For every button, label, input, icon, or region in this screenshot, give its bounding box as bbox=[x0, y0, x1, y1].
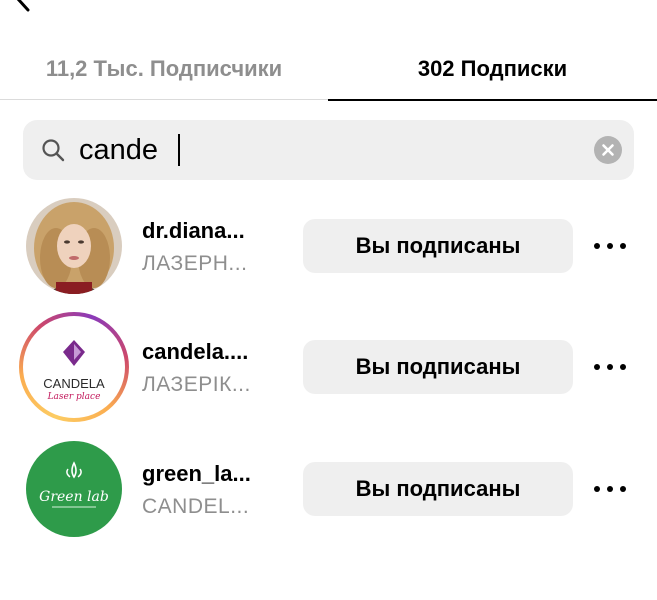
follow-tabs: 11,2 Тыс. Подписчики 302 Подписки bbox=[0, 38, 657, 101]
green-lab-logo-icon: Green lab bbox=[26, 441, 122, 537]
search-icon bbox=[42, 139, 65, 162]
tab-following[interactable]: 302 Подписки bbox=[328, 38, 657, 100]
active-tab-indicator bbox=[328, 99, 657, 101]
list-item[interactable]: dr.diana... ЛАЗЕРН... Вы подписаны bbox=[0, 186, 657, 306]
list-item[interactable]: Green lab green_la... CANDEL... Вы подпи… bbox=[0, 429, 657, 549]
dot-icon bbox=[594, 486, 600, 492]
header-title-remnant bbox=[215, 0, 445, 8]
back-chevron-icon[interactable] bbox=[14, 0, 32, 12]
dot-icon bbox=[607, 486, 613, 492]
tab-followers[interactable]: 11,2 Тыс. Подписчики bbox=[0, 38, 328, 100]
dot-icon bbox=[607, 243, 613, 249]
candela-logo-subtext: Laser place bbox=[47, 392, 101, 402]
clear-search-button[interactable] bbox=[594, 136, 622, 164]
search-input[interactable] bbox=[79, 120, 579, 180]
following-button[interactable]: Вы подписаны bbox=[303, 462, 573, 516]
more-options-button[interactable] bbox=[592, 352, 628, 382]
header-remnant bbox=[0, 0, 657, 14]
green-lab-logo-text: Green lab bbox=[39, 489, 109, 505]
username[interactable]: green_la... bbox=[142, 461, 251, 487]
username[interactable]: dr.diana... bbox=[142, 218, 245, 244]
more-options-button[interactable] bbox=[592, 231, 628, 261]
search-bar bbox=[23, 120, 634, 180]
username[interactable]: candela.... bbox=[142, 339, 248, 365]
text-caret bbox=[178, 134, 180, 166]
dot-icon bbox=[607, 364, 613, 370]
full-name: ЛАЗЕРН... bbox=[142, 252, 248, 275]
avatar: CANDELA Laser place bbox=[27, 320, 121, 414]
dot-icon bbox=[620, 486, 626, 492]
more-options-button[interactable] bbox=[592, 474, 628, 504]
avatar[interactable]: Green lab bbox=[26, 441, 122, 537]
full-name: ЛАЗЕРІК... bbox=[142, 373, 251, 396]
candela-logo-icon: CANDELA Laser place bbox=[27, 320, 121, 414]
candela-logo-text: CANDELA bbox=[43, 376, 105, 391]
dot-icon bbox=[594, 243, 600, 249]
clear-icon bbox=[602, 144, 614, 156]
dot-icon bbox=[620, 243, 626, 249]
list-item[interactable]: CANDELA Laser place candela.... ЛАЗЕРІК.… bbox=[0, 307, 657, 427]
following-button[interactable]: Вы подписаны bbox=[303, 340, 573, 394]
avatar[interactable] bbox=[26, 198, 122, 294]
story-ring[interactable]: CANDELA Laser place bbox=[19, 312, 129, 422]
profile-photo bbox=[26, 198, 122, 294]
dot-icon bbox=[620, 364, 626, 370]
dot-icon bbox=[594, 364, 600, 370]
following-button[interactable]: Вы подписаны bbox=[303, 219, 573, 273]
full-name: CANDEL... bbox=[142, 495, 250, 518]
